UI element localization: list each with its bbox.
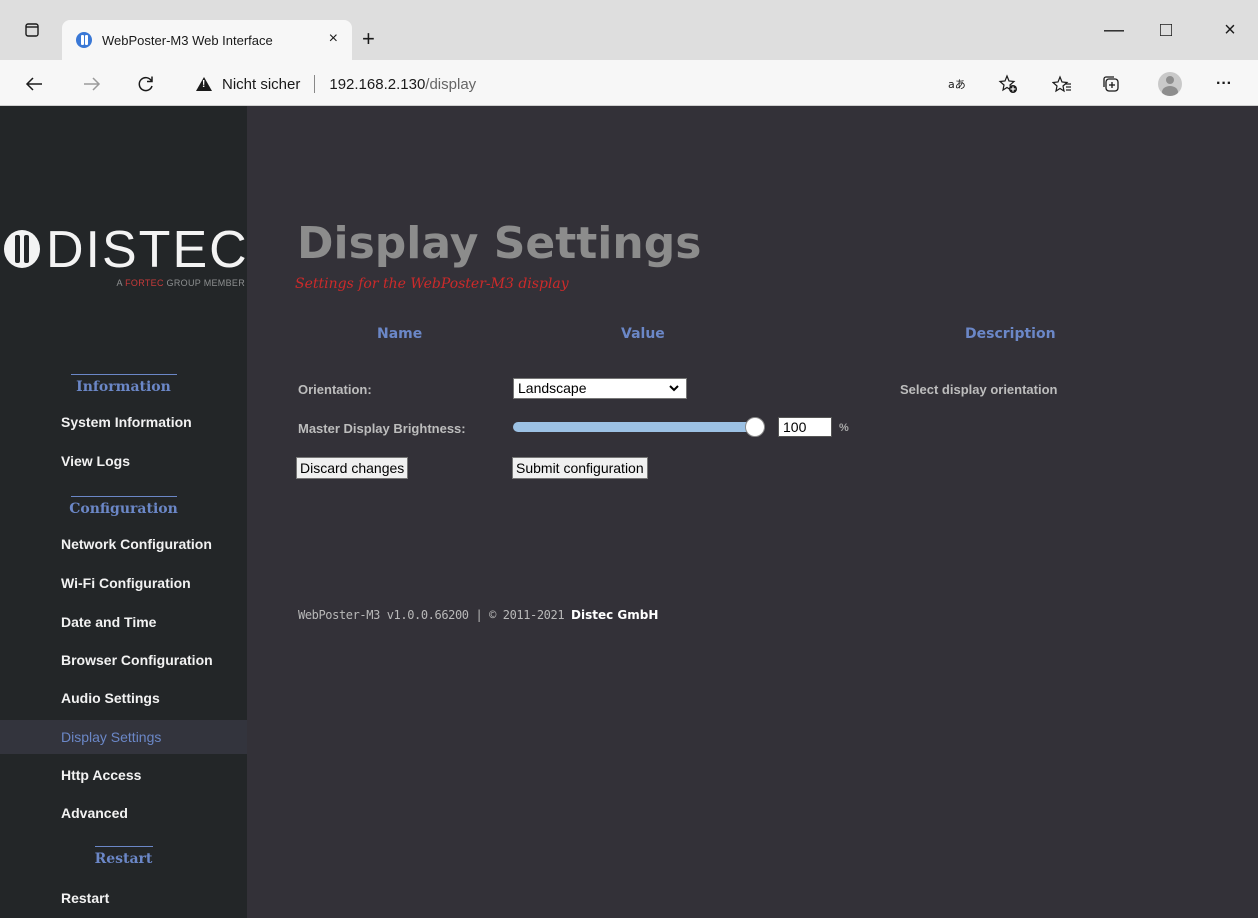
url-path: /display — [425, 75, 477, 93]
browser-tab[interactable]: WebPoster-M3 Web Interface × — [62, 20, 352, 60]
sidebar-item-view-logs[interactable]: View Logs — [0, 444, 247, 478]
sidebar-item-advanced[interactable]: Advanced — [0, 796, 247, 830]
column-header-value: Value — [621, 326, 665, 342]
logo-tagline-accent: FORTEC — [125, 278, 164, 288]
sidebar-item-http-access[interactable]: Http Access — [0, 758, 247, 792]
back-icon[interactable] — [20, 70, 48, 98]
logo-tagline-prefix: A — [116, 278, 126, 288]
browser-tab-bar: WebPoster-M3 Web Interface × + — □ × — [0, 0, 1258, 60]
url-field[interactable]: Nicht sicher 192.168.2.130/display — [178, 68, 1258, 100]
url-host: 192.168.2.130 — [329, 75, 426, 93]
column-header-description: Description — [965, 326, 1056, 342]
page-title: Display Settings — [297, 218, 702, 269]
favicon-icon — [76, 32, 92, 48]
svg-text:aあ: aあ — [948, 78, 966, 91]
footer-company: Distec GmbH — [571, 608, 659, 622]
sidebar-item-system-information[interactable]: System Information — [0, 405, 247, 439]
orientation-select[interactable]: Landscape — [513, 378, 687, 399]
distec-logo-icon — [4, 230, 40, 268]
orientation-select-value: Landscape — [518, 380, 587, 396]
warning-icon — [196, 77, 212, 91]
page-subtitle: Settings for the WebPoster-M3 display — [295, 276, 569, 292]
sidebar: DISTEC A FORTEC GROUP MEMBER Information… — [0, 106, 247, 918]
heading-rule — [94, 846, 153, 847]
logo-text: DISTEC — [46, 221, 249, 279]
sidebar-item-restart[interactable]: Restart — [0, 881, 247, 915]
nav-heading-configuration: Configuration — [0, 496, 247, 517]
tab-actions-icon[interactable] — [18, 16, 46, 44]
heading-rule — [70, 496, 177, 497]
orientation-description: Select display orientation — [900, 382, 1058, 397]
url-separator — [314, 75, 316, 93]
brightness-slider-thumb[interactable] — [745, 417, 765, 437]
logo-tagline: A FORTEC GROUP MEMBER — [117, 278, 246, 288]
orientation-label: Orientation: — [298, 382, 372, 397]
profile-icon — [1158, 72, 1182, 96]
minimize-button[interactable]: — — [1100, 16, 1128, 44]
collections-icon[interactable] — [1097, 70, 1125, 98]
read-aloud-icon[interactable]: aあ — [944, 70, 972, 98]
insecure-label: Nicht sicher — [222, 75, 301, 93]
close-tab-icon[interactable]: × — [329, 30, 338, 48]
brightness-value-input[interactable]: 100 — [778, 417, 832, 437]
sidebar-item-display-settings[interactable]: Display Settings — [0, 720, 247, 754]
chevron-down-icon — [668, 379, 680, 405]
logo-tagline-suffix: GROUP MEMBER — [163, 278, 245, 288]
url-text: 192.168.2.130/display — [329, 76, 476, 93]
nav-heading-restart-label: Restart — [94, 851, 153, 867]
new-tab-button[interactable]: + — [362, 26, 375, 52]
refresh-icon[interactable] — [132, 70, 160, 98]
sidebar-item-audio-settings[interactable]: Audio Settings — [0, 681, 247, 715]
nav-heading-restart: Restart — [0, 846, 247, 867]
favorites-icon[interactable] — [1048, 70, 1076, 98]
address-bar: Nicht sicher 192.168.2.130/display aあ ··… — [0, 60, 1258, 106]
forward-icon[interactable] — [78, 70, 106, 98]
main-content: Display Settings Settings for the WebPos… — [247, 106, 1258, 918]
sidebar-item-date-and-time[interactable]: Date and Time — [0, 605, 247, 639]
close-window-button[interactable]: × — [1216, 16, 1244, 44]
sidebar-item-wifi-configuration[interactable]: Wi-Fi Configuration — [0, 566, 247, 600]
nav-heading-information-label: Information — [76, 379, 171, 395]
submit-configuration-button[interactable]: Submit configuration — [512, 457, 648, 479]
footer: WebPoster-M3 v1.0.0.66200 | © 2011-2021 … — [298, 608, 658, 622]
distec-logo: DISTEC A FORTEC GROUP MEMBER — [0, 222, 247, 294]
nav-heading-information: Information — [0, 374, 247, 395]
brightness-slider[interactable] — [513, 417, 765, 437]
tab-title: WebPoster-M3 Web Interface — [102, 32, 273, 48]
heading-rule — [70, 374, 177, 375]
profile-button[interactable] — [1156, 70, 1184, 98]
add-favorite-icon[interactable] — [994, 70, 1022, 98]
brightness-slider-track — [513, 422, 765, 432]
more-icon[interactable]: ··· — [1210, 70, 1238, 98]
nav-heading-configuration-label: Configuration — [69, 501, 178, 517]
footer-text: WebPoster-M3 v1.0.0.66200 | © 2011-2021 — [298, 608, 571, 622]
sidebar-item-browser-configuration[interactable]: Browser Configuration — [0, 643, 247, 677]
brightness-label: Master Display Brightness: — [298, 421, 466, 436]
brightness-unit: % — [839, 422, 849, 434]
sidebar-item-network-configuration[interactable]: Network Configuration — [0, 527, 247, 561]
maximize-button[interactable]: □ — [1152, 16, 1180, 44]
discard-changes-button[interactable]: Discard changes — [296, 457, 409, 479]
column-header-name: Name — [377, 326, 423, 342]
